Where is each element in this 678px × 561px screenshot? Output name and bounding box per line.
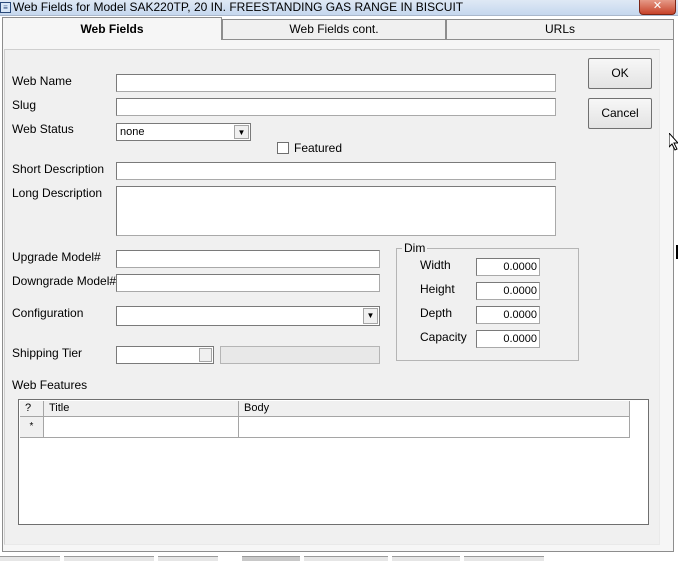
short-description-label: Short Description	[12, 162, 105, 176]
column-header-title[interactable]: Title	[44, 401, 239, 417]
short-description-input[interactable]	[116, 162, 556, 180]
web-status-select[interactable]: none ▼	[116, 123, 251, 141]
slug-input[interactable]	[116, 98, 556, 116]
long-description-label: Long Description	[12, 186, 103, 200]
mouse-cursor-icon	[669, 133, 678, 151]
shipping-tier-select[interactable]	[116, 346, 214, 364]
window-title: Web Fields for Model SAK220TP, 20 IN. FR…	[13, 0, 464, 14]
configuration-select[interactable]: ▼	[116, 306, 380, 326]
chevron-down-icon[interactable]: ▼	[234, 125, 249, 139]
ok-button[interactable]: OK	[588, 58, 652, 89]
shipping-tier-description	[220, 346, 380, 364]
background-strip	[464, 556, 544, 561]
web-name-label: Web Name	[12, 74, 72, 88]
tab-web-fields-cont[interactable]: Web Fields cont.	[222, 19, 446, 39]
cancel-button[interactable]: Cancel	[588, 98, 652, 129]
new-row-title-cell[interactable]	[44, 417, 239, 438]
background-strip	[242, 556, 300, 561]
web-features-label: Web Features	[12, 378, 88, 392]
background-strip	[64, 556, 154, 561]
slug-label: Slug	[12, 98, 37, 112]
chevron-down-icon[interactable]: ▼	[363, 308, 378, 324]
close-button[interactable]: ✕	[639, 0, 676, 15]
width-input[interactable]: 0.0000	[476, 258, 540, 276]
width-label: Width	[420, 258, 451, 272]
shipping-tier-label: Shipping Tier	[12, 346, 83, 360]
capacity-label: Capacity	[420, 330, 467, 344]
web-status-value: none	[120, 126, 145, 138]
depth-label: Depth	[420, 306, 453, 320]
new-row-body-cell[interactable]	[239, 417, 630, 438]
background-strip	[392, 556, 460, 561]
background-strip	[304, 556, 388, 561]
depth-input[interactable]: 0.0000	[476, 306, 540, 324]
new-row-marker: *	[20, 417, 44, 438]
dim-group-label: Dim	[402, 241, 428, 255]
tab-web-fields[interactable]: Web Fields	[2, 17, 222, 40]
featured-checkbox[interactable]	[277, 142, 289, 154]
tab-urls[interactable]: URLs	[446, 19, 674, 39]
downgrade-model-input[interactable]	[116, 274, 380, 292]
column-header-marker[interactable]: ?	[20, 401, 44, 417]
capacity-input[interactable]: 0.0000	[476, 330, 540, 348]
featured-label: Featured	[294, 141, 343, 155]
upgrade-model-label: Upgrade Model#	[12, 250, 101, 264]
app-icon[interactable]: ≡	[0, 2, 11, 13]
long-description-textarea[interactable]	[116, 186, 556, 236]
height-label: Height	[420, 282, 455, 296]
close-icon: ✕	[652, 0, 663, 12]
configuration-label: Configuration	[12, 306, 84, 320]
web-name-input[interactable]	[116, 74, 556, 92]
web-status-label: Web Status	[12, 122, 74, 136]
dropdown-button[interactable]	[199, 348, 212, 362]
upgrade-model-input[interactable]	[116, 250, 380, 268]
background-strip	[0, 556, 60, 561]
height-input[interactable]: 0.0000	[476, 282, 540, 300]
downgrade-model-label: Downgrade Model#	[12, 274, 117, 288]
column-header-body[interactable]: Body	[239, 401, 630, 417]
background-strip	[158, 556, 218, 561]
